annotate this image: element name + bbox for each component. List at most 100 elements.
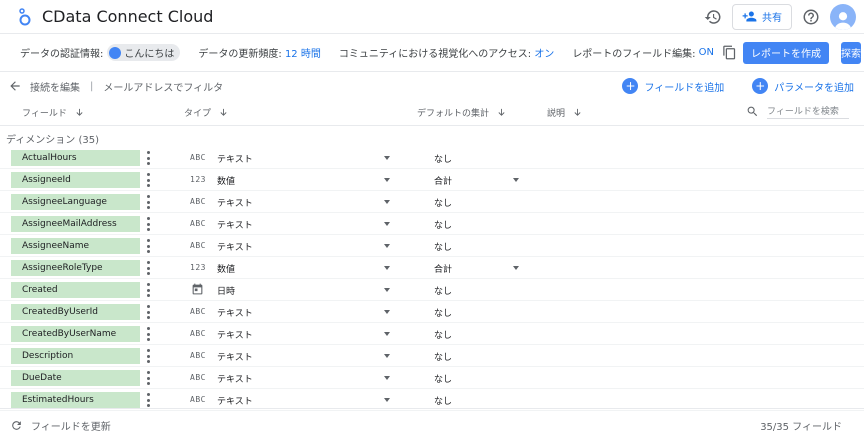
default-aggregation[interactable]: なし	[434, 394, 452, 407]
more-vert-icon[interactable]	[146, 349, 150, 363]
more-vert-icon[interactable]	[146, 305, 150, 319]
credentials-chip[interactable]: こんにちは	[107, 44, 181, 61]
type-dropdown-arrow-icon[interactable]	[384, 354, 390, 358]
more-vert-icon[interactable]	[146, 151, 150, 165]
more-vert-icon[interactable]	[146, 217, 150, 231]
field-name-chip[interactable]: AssigneeMailAddress	[11, 216, 140, 232]
field-type[interactable]: 日時	[217, 284, 235, 297]
more-vert-icon[interactable]	[146, 261, 150, 275]
field-name-chip[interactable]: Description	[11, 348, 140, 364]
app-title: CData Connect Cloud	[42, 7, 214, 26]
field-name-chip[interactable]: AssigneeRoleType	[11, 260, 140, 276]
field-name-chip[interactable]: CreatedByUserId	[11, 304, 140, 320]
type-dropdown-arrow-icon[interactable]	[384, 376, 390, 380]
sort-arrow-icon	[574, 108, 581, 116]
type-dropdown-arrow-icon[interactable]	[384, 398, 390, 402]
field-type[interactable]: 数値	[217, 262, 235, 275]
more-vert-icon[interactable]	[146, 239, 150, 253]
field-name-chip[interactable]: AssigneeName	[11, 238, 140, 254]
share-button[interactable]: 共有	[732, 3, 792, 30]
type-dropdown-arrow-icon[interactable]	[384, 222, 390, 226]
field-search[interactable]: フィールドを検索	[746, 104, 849, 119]
sort-arrow-icon	[76, 108, 83, 116]
back-arrow-icon[interactable]	[8, 79, 22, 93]
copy-icon[interactable]	[722, 45, 737, 60]
field-name-chip[interactable]: DueDate	[11, 370, 140, 386]
type-dropdown-arrow-icon[interactable]	[384, 288, 390, 292]
type-dropdown-arrow-icon[interactable]	[384, 178, 390, 182]
field-type[interactable]: テキスト	[217, 328, 253, 341]
column-default-agg[interactable]: デフォルトの集計	[417, 106, 506, 119]
field-type[interactable]: テキスト	[217, 394, 253, 407]
type-dropdown-arrow-icon[interactable]	[384, 332, 390, 336]
sort-arrow-icon	[498, 108, 505, 116]
refresh-fields-button[interactable]: フィールドを更新	[10, 418, 111, 433]
field-name-chip[interactable]: EstimatedHours	[11, 392, 140, 408]
history-icon[interactable]	[704, 8, 722, 26]
text-type-icon: ABC	[190, 351, 206, 360]
default-aggregation[interactable]: なし	[434, 240, 452, 253]
field-name-chip[interactable]: CreatedByUserName	[11, 326, 140, 342]
default-aggregation[interactable]: なし	[434, 350, 452, 363]
field-type[interactable]: テキスト	[217, 152, 253, 165]
field-type[interactable]: テキスト	[217, 306, 253, 319]
type-dropdown-arrow-icon[interactable]	[384, 200, 390, 204]
field-name-chip[interactable]: AssigneeLanguage	[11, 194, 140, 210]
add-parameter-button[interactable]: + パラメータを追加	[752, 78, 854, 94]
default-aggregation[interactable]: なし	[434, 328, 452, 341]
field-type[interactable]: テキスト	[217, 240, 253, 253]
agg-dropdown-arrow-icon[interactable]	[513, 178, 519, 182]
account-avatar[interactable]	[830, 3, 856, 30]
community-access-value[interactable]: オン	[534, 45, 554, 60]
default-aggregation[interactable]: なし	[434, 306, 452, 319]
default-aggregation[interactable]: なし	[434, 196, 452, 209]
field-type[interactable]: テキスト	[217, 372, 253, 385]
table-row: DueDate ABC テキスト なし	[0, 367, 864, 389]
credentials-user: こんにちは	[124, 49, 175, 60]
field-name-chip[interactable]: ActualHours	[11, 150, 140, 166]
default-aggregation[interactable]: なし	[434, 152, 452, 165]
field-type[interactable]: テキスト	[217, 218, 253, 231]
type-dropdown-arrow-icon[interactable]	[384, 244, 390, 248]
default-aggregation[interactable]: なし	[434, 372, 452, 385]
field-type[interactable]: テキスト	[217, 350, 253, 363]
type-dropdown-arrow-icon[interactable]	[384, 156, 390, 160]
explore-button[interactable]: 探索	[841, 41, 862, 64]
field-name-chip[interactable]: AssigneeId	[11, 172, 140, 188]
field-search-input[interactable]: フィールドを検索	[767, 104, 849, 119]
field-type[interactable]: テキスト	[217, 196, 253, 209]
more-vert-icon[interactable]	[146, 371, 150, 385]
text-type-icon: ABC	[190, 307, 206, 316]
plus-icon: +	[622, 78, 639, 94]
column-description[interactable]: 説明	[547, 106, 582, 119]
edit-connection-link[interactable]: 接続を編集	[30, 79, 80, 94]
default-aggregation[interactable]: 合計	[434, 174, 452, 187]
table-row: AssigneeMailAddress ABC テキスト なし	[0, 213, 864, 235]
more-vert-icon[interactable]	[146, 173, 150, 187]
field-type[interactable]: 数値	[217, 174, 235, 187]
add-field-button[interactable]: + フィールドを追加	[622, 78, 724, 94]
default-aggregation[interactable]: なし	[434, 284, 452, 297]
more-vert-icon[interactable]	[146, 283, 150, 297]
create-report-button[interactable]: レポートを作成	[743, 41, 830, 64]
filter-by-email-link[interactable]: メールアドレスでフィルタ	[103, 79, 223, 94]
freshness-value[interactable]: 12 時間	[285, 45, 321, 60]
search-icon	[747, 106, 758, 117]
default-aggregation[interactable]: 合計	[434, 262, 452, 275]
field-name-chip[interactable]: Created	[11, 282, 140, 298]
column-type[interactable]: タイプ	[184, 106, 228, 119]
nav-divider: |	[90, 80, 94, 92]
help-icon[interactable]	[802, 8, 820, 26]
type-dropdown-arrow-icon[interactable]	[384, 266, 390, 270]
add-parameter-label: パラメータを追加	[774, 82, 854, 94]
type-dropdown-arrow-icon[interactable]	[384, 310, 390, 314]
more-vert-icon[interactable]	[146, 195, 150, 209]
column-field[interactable]: フィールド	[22, 106, 84, 119]
more-vert-icon[interactable]	[146, 393, 150, 407]
default-aggregation[interactable]: なし	[434, 218, 452, 231]
table-row: Created 日時 なし	[0, 279, 864, 301]
more-vert-icon[interactable]	[146, 327, 150, 341]
field-edit-value[interactable]: ON	[699, 47, 714, 58]
number-type-icon: 123	[190, 263, 206, 272]
agg-dropdown-arrow-icon[interactable]	[513, 266, 519, 270]
